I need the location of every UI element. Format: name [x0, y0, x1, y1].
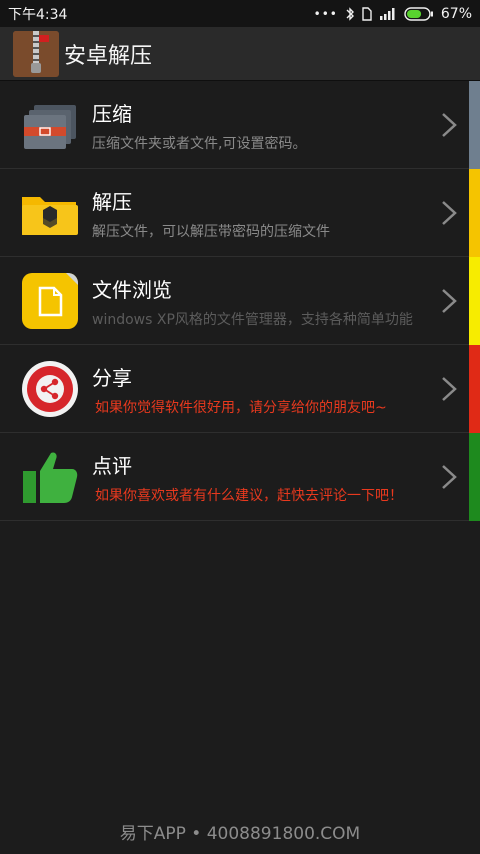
- sim-card-icon: [362, 6, 372, 21]
- more-dots-icon: •••: [313, 6, 338, 21]
- menu-subtitle: 压缩文件夹或者文件,可设置密码。: [92, 136, 307, 152]
- share-icon: [20, 359, 80, 419]
- chevron-right-icon: [442, 201, 457, 225]
- status-icons: ••• 67%: [314, 6, 472, 22]
- stripe-file-browse: [469, 257, 480, 345]
- chevron-right-icon: [442, 289, 457, 313]
- menu-subtitle: windows XP风格的文件管理器，支持各种简单功能: [92, 312, 413, 328]
- menu-title: 文件浏览: [92, 278, 172, 302]
- app-bar: 安卓解压: [0, 27, 480, 81]
- status-time: 下午4:34: [8, 6, 68, 23]
- bluetooth-icon: [346, 6, 354, 21]
- menu-title: 点评: [92, 454, 132, 478]
- menu-item-file-browse[interactable]: 文件浏览 windows XP风格的文件管理器，支持各种简单功能: [0, 257, 480, 345]
- chevron-right-icon: [442, 113, 457, 137]
- stripe-compress: [469, 81, 480, 169]
- menu-title: 分享: [92, 366, 132, 390]
- menu-subtitle: 如果你喜欢或者有什么建议，赶快去评论一下吧！: [95, 488, 403, 504]
- chevron-right-icon: [442, 465, 457, 489]
- menu-list: 压缩 压缩文件夹或者文件,可设置密码。 解压 解压文件，可以解压带密码的压缩文件: [0, 81, 480, 521]
- battery-icon: [404, 6, 433, 21]
- menu-item-share[interactable]: 分享 如果你觉得软件很好用，请分享给你的朋友吧~: [0, 345, 480, 433]
- app-title: 安卓解压: [64, 43, 153, 69]
- menu-title: 压缩: [92, 102, 132, 126]
- file-browser-icon: [20, 271, 80, 331]
- stripe-review: [469, 433, 480, 521]
- footer-watermark: 易下APP • 4008891800.COM: [119, 824, 361, 844]
- status-bar: 下午4:34 ••• 67%: [0, 0, 480, 27]
- menu-item-review[interactable]: 点评 如果你喜欢或者有什么建议，赶快去评论一下吧！: [0, 433, 480, 521]
- stripe-share: [469, 345, 480, 433]
- menu-subtitle: 解压文件，可以解压带密码的压缩文件: [92, 224, 330, 240]
- open-folder-icon: [20, 183, 80, 243]
- menu-title: 解压: [92, 190, 132, 214]
- thumbs-up-icon: [20, 447, 80, 507]
- chevron-right-icon: [442, 377, 457, 401]
- signal-icon: [379, 7, 395, 20]
- app-logo-icon: [13, 30, 59, 77]
- menu-item-extract[interactable]: 解压 解压文件，可以解压带密码的压缩文件: [0, 169, 480, 257]
- stripe-extract: [469, 169, 480, 257]
- archive-box-icon: [20, 95, 80, 155]
- battery-percent: 67%: [440, 5, 472, 22]
- menu-subtitle: 如果你觉得软件很好用，请分享给你的朋友吧~: [95, 400, 387, 416]
- menu-item-compress[interactable]: 压缩 压缩文件夹或者文件,可设置密码。: [0, 81, 480, 169]
